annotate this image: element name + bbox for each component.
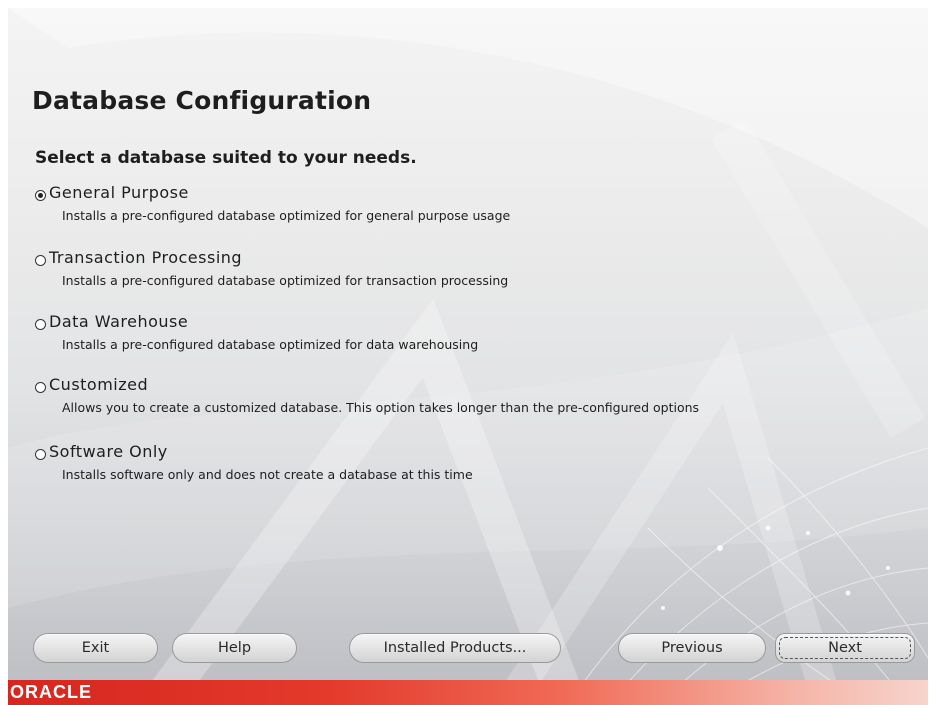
option-label[interactable]: Transaction Processing <box>49 248 242 267</box>
option-description: Allows you to create a customized databa… <box>62 400 700 415</box>
option-transaction-processing[interactable]: Transaction Processing Installs a pre-co… <box>35 248 915 295</box>
page-subtitle: Select a database suited to your needs. <box>35 148 417 168</box>
radio-customized[interactable] <box>35 382 46 393</box>
option-customized[interactable]: Customized Allows you to create a custom… <box>35 375 915 422</box>
option-label[interactable]: Software Only <box>49 442 168 461</box>
next-button[interactable]: Next <box>775 633 915 663</box>
oracle-brand-bar: ORACLE <box>8 680 928 705</box>
option-description: Installs a pre-configured database optim… <box>62 337 479 352</box>
installed-products-button[interactable]: Installed Products... <box>349 633 561 663</box>
installer-window: Database Configuration Select a database… <box>8 8 928 705</box>
option-label[interactable]: General Purpose <box>49 183 189 202</box>
option-data-warehouse[interactable]: Data Warehouse Installs a pre-configured… <box>35 312 915 359</box>
option-label[interactable]: Customized <box>49 375 148 394</box>
option-description: Installs a pre-configured database optim… <box>62 208 511 223</box>
help-button[interactable]: Help <box>172 633 297 663</box>
previous-button[interactable]: Previous <box>618 633 766 663</box>
option-label[interactable]: Data Warehouse <box>49 312 188 331</box>
radio-transaction-processing[interactable] <box>35 255 46 266</box>
oracle-logo: ORACLE <box>10 682 92 702</box>
option-description: Installs software only and does not crea… <box>62 467 473 482</box>
radio-software-only[interactable] <box>35 449 46 460</box>
option-software-only[interactable]: Software Only Installs software only and… <box>35 442 915 489</box>
exit-button[interactable]: Exit <box>33 633 158 663</box>
page-title: Database Configuration <box>32 86 372 115</box>
radio-general-purpose[interactable] <box>35 190 46 201</box>
option-description: Installs a pre-configured database optim… <box>62 273 509 288</box>
option-general-purpose[interactable]: General Purpose Installs a pre-configure… <box>35 183 915 230</box>
radio-data-warehouse[interactable] <box>35 319 46 330</box>
